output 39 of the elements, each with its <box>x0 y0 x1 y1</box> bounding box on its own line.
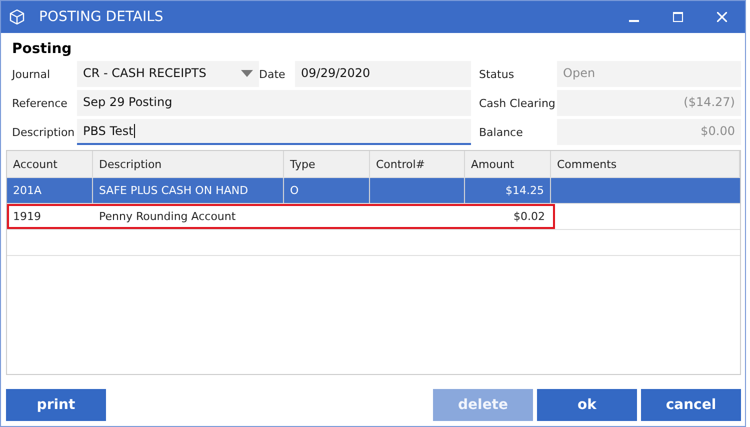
table-cell: 201A <box>13 184 42 197</box>
field-label: Reference <box>12 96 68 110</box>
column-header[interactable]: Description <box>93 151 284 177</box>
field-label: Status <box>479 68 516 80</box>
section-title: Posting <box>11 41 73 57</box>
input-field[interactable]: Sep 29 Posting <box>77 90 471 116</box>
table-cell: SAFE PLUS CASH ON HAND <box>99 184 248 197</box>
table-cell: $0.02 <box>514 210 545 223</box>
action-button[interactable]: ok <box>537 389 637 421</box>
field-label: Journal <box>12 68 52 80</box>
table-row[interactable]: 1919 Penny Rounding Account $0.02 <box>7 204 740 230</box>
minimize-icon <box>629 20 639 22</box>
dropdown-caret-icon <box>241 70 253 76</box>
action-button[interactable]: cancel <box>641 389 741 421</box>
input-field[interactable]: PBS Test <box>77 119 471 145</box>
action-button[interactable]: print <box>6 389 106 421</box>
table-cell: 1919 <box>13 210 41 223</box>
field-label: Balance <box>479 126 524 138</box>
field-label: Date <box>259 68 286 80</box>
table-cell: O <box>290 184 299 197</box>
readonly-field: Open <box>557 61 741 87</box>
readonly-field: ($14.27) <box>557 90 741 116</box>
column-header[interactable]: Comments <box>551 151 740 177</box>
table-cell: $14.25 <box>506 184 544 197</box>
table-row[interactable]: 201A SAFE PLUS CASH ON HAND O $14.25 <box>7 178 740 204</box>
table-cell: Penny Rounding Account <box>99 210 236 223</box>
readonly-field: $0.00 <box>557 119 741 145</box>
column-header[interactable]: Control# <box>370 151 465 177</box>
window-title: POSTING DETAILS <box>39 9 164 25</box>
column-header[interactable]: Type <box>284 151 370 177</box>
maximize-icon <box>673 12 683 22</box>
field-label: Cash Clearing <box>479 96 556 110</box>
column-header[interactable]: Account <box>7 151 93 177</box>
field-label: Description <box>12 126 76 138</box>
journal-dropdown[interactable]: CR - CASH RECEIPTS <box>77 61 259 87</box>
close-icon <box>717 12 727 22</box>
column-header[interactable]: Amount <box>465 151 551 177</box>
input-field[interactable]: 09/29/2020 <box>295 61 471 87</box>
cube-icon <box>9 9 25 25</box>
